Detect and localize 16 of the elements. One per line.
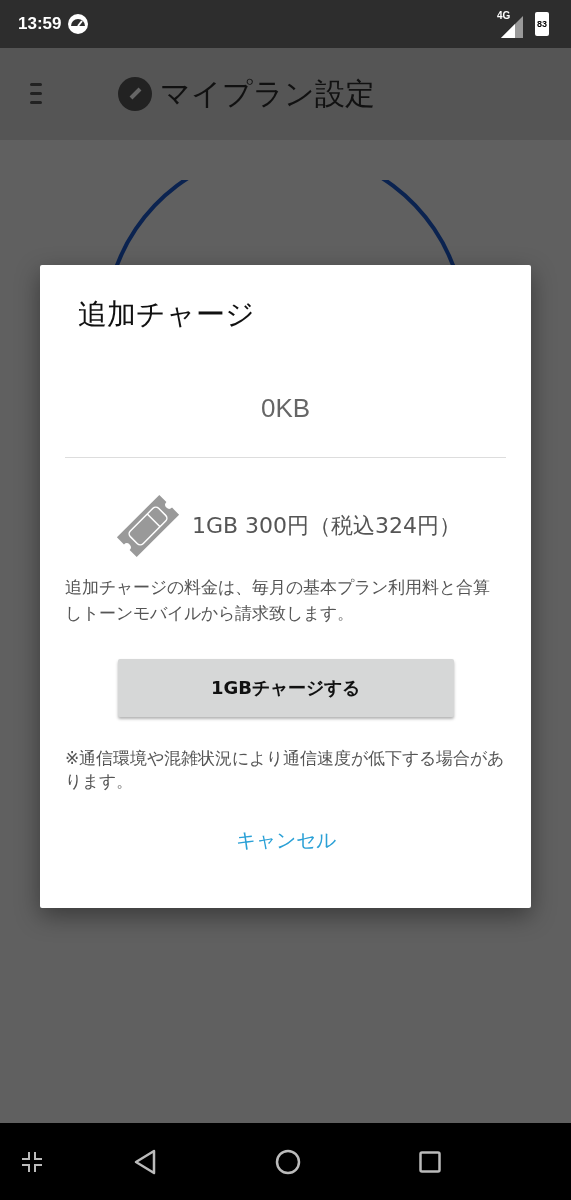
logo-icon [118, 77, 152, 111]
speed-note: ※通信環境や混雑状況により通信速度が低下する場合があります。 [65, 747, 506, 793]
collapse-icon[interactable] [21, 1150, 43, 1173]
dialog-title: 追加チャージ [78, 296, 256, 333]
gauge-icon [67, 13, 90, 35]
battery-icon: 83 [535, 12, 549, 36]
charge-button[interactable]: 1GBチャージする [117, 659, 454, 717]
recents-icon[interactable] [419, 1150, 441, 1173]
back-icon[interactable] [133, 1148, 157, 1175]
clock-time: 13:59 [18, 14, 62, 34]
remaining-data: 0KB [259, 393, 312, 424]
home-icon[interactable] [275, 1148, 301, 1175]
charge-description: 追加チャージの料金は、毎月の基本プラン利用料と合算しトーンモバイルから請求致します。 [65, 576, 491, 625]
screen-title: マイプラン設定 [160, 74, 375, 113]
price-text: 1GB 300円（税込324円） [191, 512, 462, 540]
network-label: 4G [497, 10, 511, 21]
